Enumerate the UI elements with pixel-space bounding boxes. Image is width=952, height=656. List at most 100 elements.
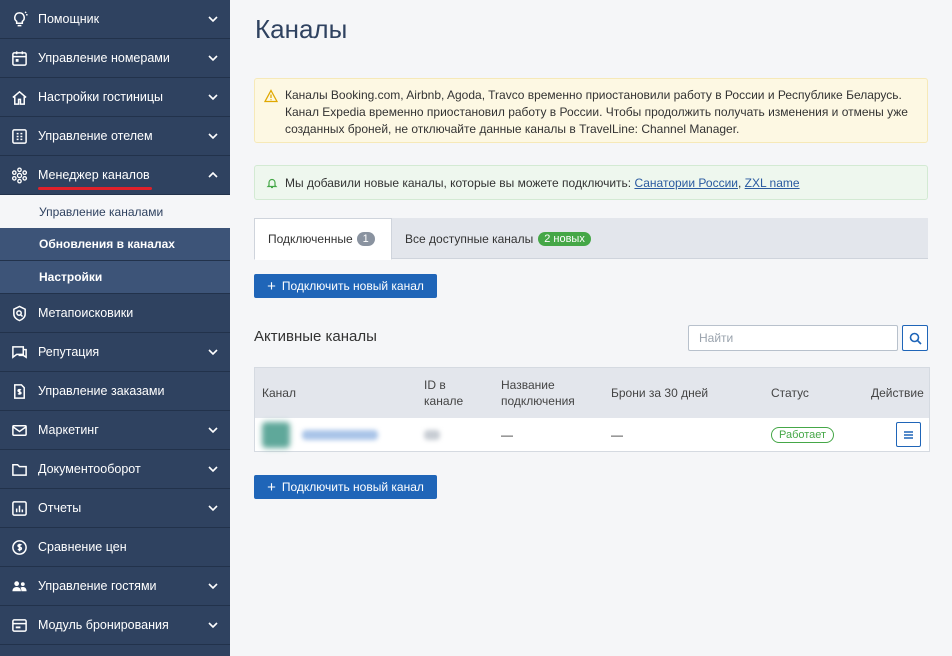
- users-icon: [10, 577, 28, 595]
- warning-icon: [264, 89, 278, 103]
- sidebar-item-metasearch[interactable]: Метапоисковики: [0, 294, 230, 333]
- price-compare-icon: [10, 538, 28, 556]
- chat-icon: [10, 343, 28, 361]
- tab-all-available[interactable]: Все доступные каналы 2 новых: [392, 218, 604, 259]
- sidebar-item-rooms[interactable]: Управление номерами: [0, 39, 230, 78]
- chevron-down-icon: [207, 13, 219, 25]
- sidebar-item-orders[interactable]: Управление заказами: [0, 372, 230, 411]
- sidebar-item-label: Сравнение цен: [38, 540, 127, 554]
- sidebar-item-label: Управление отелем: [38, 129, 153, 143]
- chevron-down-icon: [207, 424, 219, 436]
- menu-icon: [904, 430, 913, 439]
- bell-icon: [266, 178, 278, 189]
- channel-id-redacted: [424, 429, 440, 440]
- sidebar-item-label: Управление номерами: [38, 51, 170, 65]
- connect-channel-button[interactable]: + Подключить новый канал: [254, 274, 437, 298]
- chevron-down-icon: [207, 463, 219, 475]
- channels-table: Канал ID в канале Название подключения Б…: [254, 367, 930, 452]
- status-cell: Работает: [771, 418, 835, 451]
- folder-icon: [10, 460, 28, 478]
- connection-name-cell: —: [501, 427, 513, 442]
- submenu-item-settings[interactable]: Настройки: [0, 261, 230, 294]
- chevron-down-icon: [207, 130, 219, 142]
- sidebar-item-documents[interactable]: Документооборот: [0, 450, 230, 489]
- info-separator: ,: [737, 176, 745, 190]
- column-header: Брони за 30 дней: [611, 386, 709, 400]
- sidebar-item-hotel-management[interactable]: Управление отелем: [0, 117, 230, 156]
- new-badge: 2 новых: [538, 231, 591, 246]
- table-row: — — Работает: [255, 418, 929, 451]
- chevron-down-icon: [207, 52, 219, 64]
- lightbulb-icon: [10, 10, 28, 28]
- button-label: Подключить новый канал: [281, 480, 424, 494]
- actions-menu-button[interactable]: [896, 422, 921, 447]
- chevron-down-icon: [207, 91, 219, 103]
- sidebar-item-label: Отчеты: [38, 501, 82, 515]
- submenu-item-manage-channels[interactable]: Управление каналами: [0, 195, 230, 228]
- channel-name-redacted: [302, 429, 378, 440]
- search-button[interactable]: [902, 325, 928, 351]
- sidebar-item-reports[interactable]: Отчеты: [0, 489, 230, 528]
- action-cell: [896, 418, 921, 451]
- tab-label: Все доступные каналы: [405, 231, 534, 246]
- sidebar-item-label: Модуль бронирования: [38, 618, 169, 632]
- channel-id-cell: [424, 418, 440, 451]
- sidebar-item-label: Репутация: [38, 345, 100, 359]
- column-header: Канал: [262, 386, 296, 400]
- booking-module-icon: [10, 616, 28, 634]
- sidebar-item-price-compare[interactable]: Сравнение цен: [0, 528, 230, 567]
- chevron-down-icon: [207, 502, 219, 514]
- column-header: Название подключения: [501, 378, 575, 408]
- search-badge-icon: [10, 304, 28, 322]
- sidebar-item-label: Управление гостями: [38, 579, 157, 593]
- tab-label: Подключенные: [268, 232, 353, 246]
- channel-cell: [262, 418, 378, 451]
- channel-logo: [262, 421, 290, 448]
- sidebar-item-hotel-settings[interactable]: Настройки гостиницы: [0, 78, 230, 117]
- home-icon: [10, 88, 28, 106]
- status-badge: Работает: [771, 426, 835, 443]
- page-title: Каналы: [255, 14, 348, 44]
- connect-channel-button-bottom[interactable]: + Подключить новый канал: [254, 475, 437, 499]
- bookings-cell: —: [611, 427, 623, 442]
- sidebar-item-label: Маркетинг: [38, 423, 99, 437]
- active-channels-title: Активные каналы: [254, 328, 377, 345]
- warning-text: Каналы Booking.com, Airbnb, Agoda, Travc…: [285, 88, 908, 136]
- info-alert: Мы добавили новые каналы, которые вы мож…: [254, 165, 928, 200]
- warning-alert: Каналы Booking.com, Airbnb, Agoda, Travc…: [254, 78, 928, 143]
- table-header: Канал ID в канале Название подключения Б…: [255, 368, 929, 418]
- search-input[interactable]: [688, 325, 898, 351]
- sidebar: Помощник Управление номерами Настройки г…: [0, 0, 230, 656]
- sidebar-item-label: Метапоисковики: [38, 306, 134, 320]
- sidebar-item-booking-module[interactable]: Модуль бронирования: [0, 606, 230, 645]
- submenu-item-channel-updates[interactable]: Обновления в каналах: [0, 228, 230, 261]
- sidebar-item-guests[interactable]: Управление гостями: [0, 567, 230, 606]
- calendar-icon: [10, 49, 28, 67]
- sidebar-item-assistant[interactable]: Помощник: [0, 0, 230, 39]
- chart-icon: [10, 499, 28, 517]
- column-header: ID в канале: [424, 378, 464, 408]
- chevron-down-icon: [207, 580, 219, 592]
- sidebar-item-reputation[interactable]: Репутация: [0, 333, 230, 372]
- chevron-down-icon: [207, 346, 219, 358]
- tab-connected[interactable]: Подключенные 1: [254, 218, 392, 260]
- plus-icon: +: [267, 478, 276, 496]
- envelope-icon: [10, 421, 28, 439]
- hexagon-network-icon: [10, 166, 28, 184]
- main-content: Каналы Каналы Booking.com, Airbnb, Agoda…: [230, 0, 952, 656]
- column-header: Статус: [771, 386, 809, 400]
- sidebar-item-label: Документооборот: [38, 462, 141, 476]
- grid-icon: [10, 127, 28, 145]
- chevron-up-icon: [207, 169, 219, 181]
- button-label: Подключить новый канал: [281, 279, 424, 293]
- sidebar-item-label: Помощник: [38, 12, 100, 26]
- sidebar-item-label: Настройки гостиницы: [38, 90, 163, 104]
- plus-icon: +: [267, 277, 276, 295]
- sidebar-item-channel-manager[interactable]: Менеджер каналов: [0, 156, 230, 195]
- sidebar-item-marketing[interactable]: Маркетинг: [0, 411, 230, 450]
- info-link-sanatoriums[interactable]: Санатории России: [634, 176, 738, 190]
- info-link-zxl[interactable]: ZXL name: [745, 176, 800, 190]
- column-header: Действие: [871, 386, 924, 400]
- search-icon: [909, 332, 922, 345]
- sidebar-item-label: Управление заказами: [38, 384, 165, 398]
